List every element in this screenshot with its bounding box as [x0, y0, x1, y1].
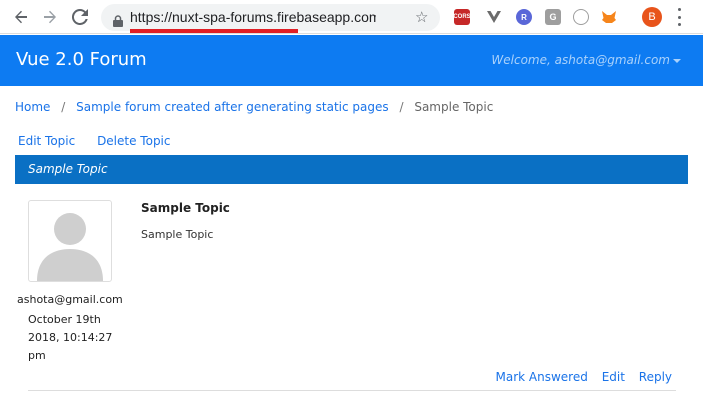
- vuejs-extension-icon[interactable]: [486, 9, 502, 25]
- welcome-text: Welcome, ashota@gmail.com: [491, 53, 670, 67]
- g-extension-icon[interactable]: G: [545, 9, 561, 25]
- edit-post-link[interactable]: Edit: [602, 370, 625, 384]
- topic-title: Sample Topic: [28, 162, 108, 176]
- profile-avatar[interactable]: B: [642, 7, 662, 27]
- breadcrumb-forum[interactable]: Sample forum created after generating st…: [76, 100, 388, 114]
- browser-toolbar: https://nuxt-spa-forums.firebaseapp.com/…: [0, 0, 703, 34]
- breadcrumb-home[interactable]: Home: [15, 100, 50, 114]
- delete-topic-link[interactable]: Delete Topic: [97, 134, 170, 148]
- app-navbar: Vue 2.0 Forum Welcome, ashota@gmail.com: [0, 35, 703, 86]
- back-icon[interactable]: [10, 6, 32, 28]
- lock-icon: [113, 12, 123, 31]
- cors-extension-icon[interactable]: CORS: [453, 9, 471, 25]
- post-divider: [28, 390, 676, 391]
- post-date: October 19th 2018, 10:14:27 pm: [28, 313, 113, 362]
- user-menu[interactable]: Welcome, ashota@gmail.com: [491, 53, 681, 67]
- fox-extension-icon[interactable]: [601, 9, 617, 25]
- post-author: ashota@gmail.com: [17, 293, 123, 306]
- address-bar[interactable]: https://nuxt-spa-forums.firebaseapp.com/…: [101, 4, 440, 31]
- brand-title[interactable]: Vue 2.0 Forum: [16, 49, 147, 70]
- url-text[interactable]: https://nuxt-spa-forums.firebaseapp.com/…: [130, 9, 376, 25]
- breadcrumb-separator: /: [61, 100, 66, 114]
- forward-icon[interactable]: [39, 6, 61, 28]
- url-highlight-underline: [130, 29, 298, 33]
- caret-down-icon: [673, 58, 681, 63]
- mark-answered-link[interactable]: Mark Answered: [496, 370, 588, 384]
- breadcrumb: Home / Sample forum created after genera…: [15, 100, 493, 114]
- menu-icon[interactable]: [676, 8, 682, 26]
- star-icon[interactable]: ☆: [415, 8, 428, 26]
- reply-link[interactable]: Reply: [639, 370, 672, 384]
- circle-extension-icon[interactable]: [573, 9, 589, 25]
- r-extension-icon[interactable]: R: [516, 9, 532, 25]
- breadcrumb-current: Sample Topic: [414, 100, 494, 114]
- user-placeholder-icon: [37, 213, 103, 281]
- topic-actions: Edit Topic Delete Topic: [18, 134, 189, 148]
- edit-topic-link[interactable]: Edit Topic: [18, 134, 75, 148]
- post-actions: Mark Answered Edit Reply: [486, 370, 672, 384]
- post-body: Sample Topic: [141, 228, 214, 241]
- topic-header-bar: Sample Topic: [15, 155, 688, 184]
- post-title: Sample Topic: [141, 201, 230, 215]
- reload-icon[interactable]: [69, 6, 91, 28]
- breadcrumb-separator: /: [399, 100, 404, 114]
- author-avatar: [28, 200, 112, 282]
